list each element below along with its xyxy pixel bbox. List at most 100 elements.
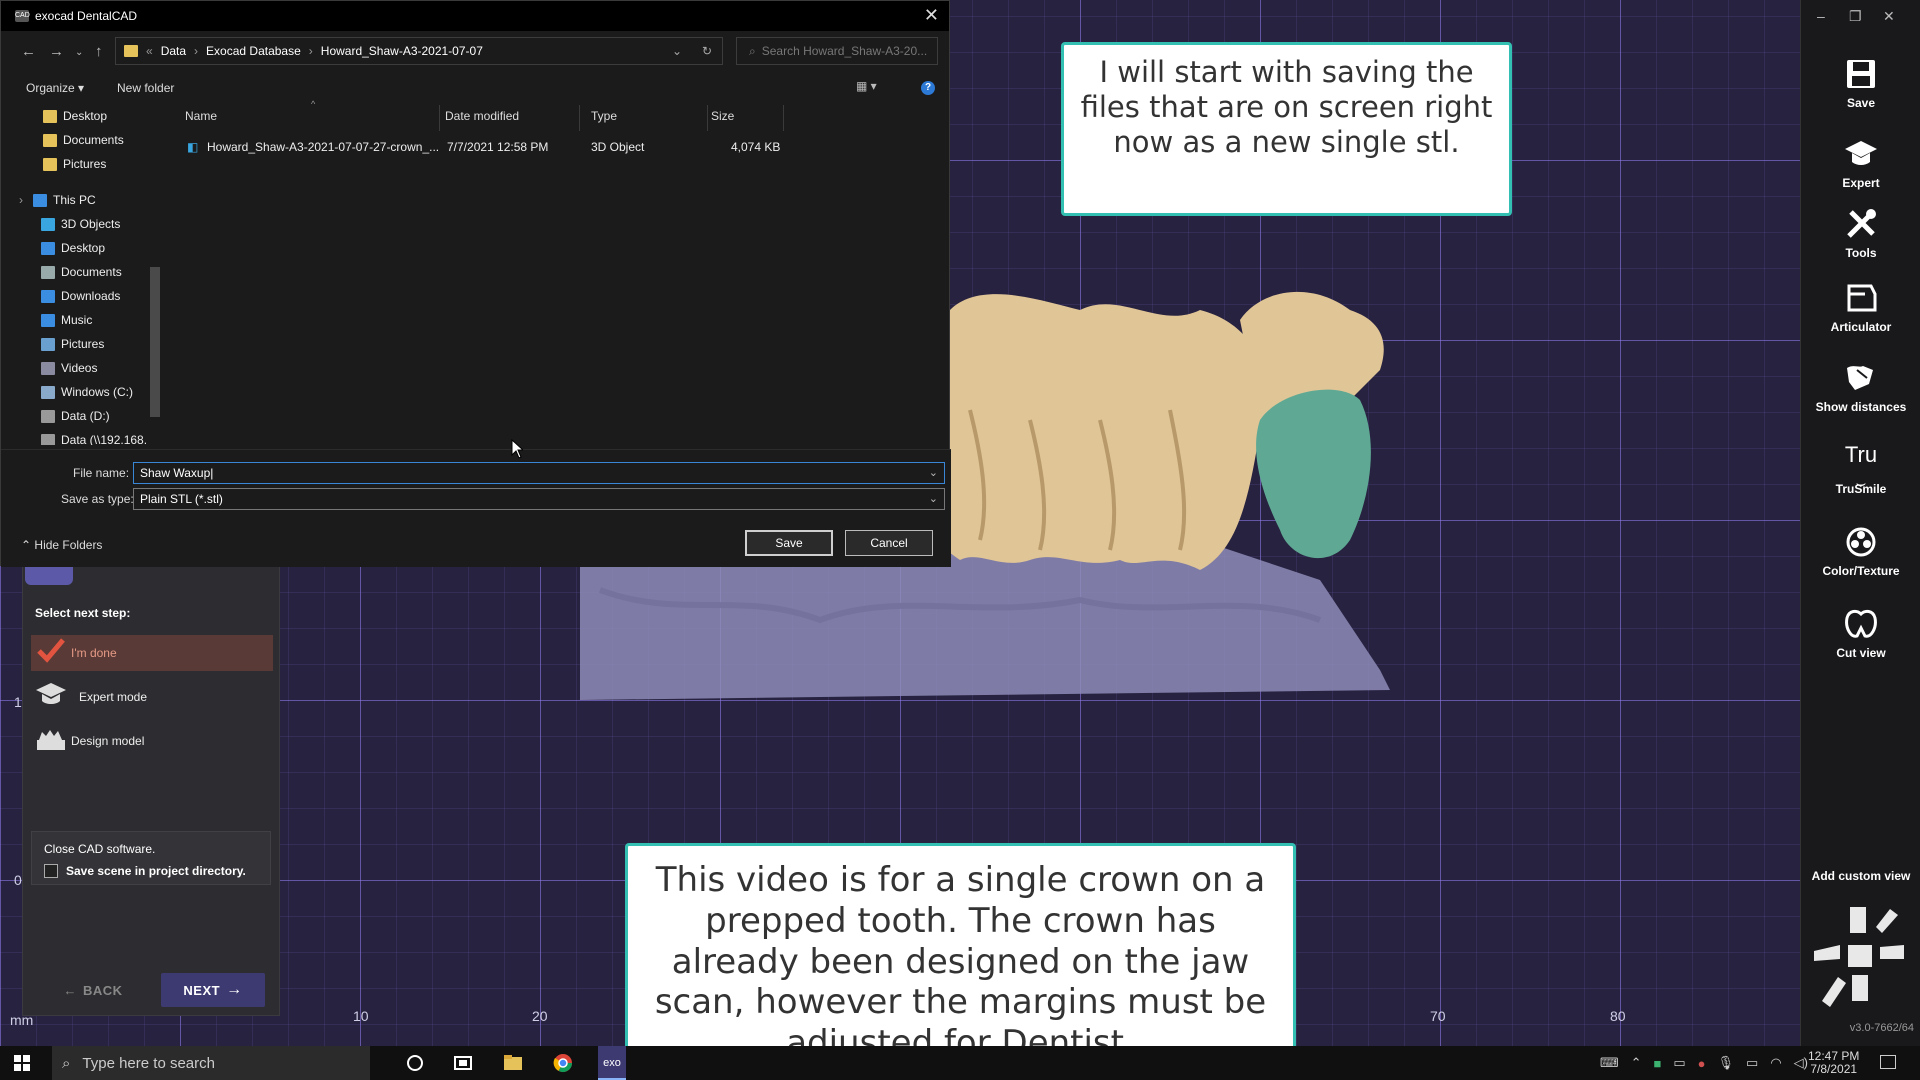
nav-item[interactable]: Desktop — [41, 241, 105, 255]
save-scene-checkbox[interactable] — [44, 864, 58, 878]
taskbar-search[interactable]: ⌕ Type here to search — [52, 1046, 370, 1080]
step-im-done[interactable]: I'm done — [31, 635, 273, 671]
save-type-select[interactable]: Plain STL (*.stl) ⌄ — [133, 488, 945, 510]
tool-save[interactable]: Save — [1801, 56, 1920, 110]
tool-cut-view[interactable]: Cut view — [1801, 606, 1920, 660]
nav-item[interactable]: Downloads — [41, 289, 120, 303]
exocad-taskbar-icon[interactable]: exo — [598, 1046, 626, 1080]
nav-item[interactable]: 3D Objects — [41, 217, 120, 231]
expand-chevron-icon[interactable]: › — [19, 193, 23, 207]
network-icon[interactable]: ▭ — [1673, 1055, 1685, 1071]
nav-item[interactable]: Documents — [41, 265, 122, 279]
breadcrumb-item[interactable]: Exocad Database — [206, 44, 301, 58]
organize-menu[interactable]: Organize ▾ — [26, 81, 84, 95]
back-arrow-icon[interactable]: ← — [21, 43, 36, 60]
file-name-label: File name: — [73, 466, 130, 480]
tool-show-distances[interactable]: Show distances — [1801, 360, 1920, 414]
nav-item[interactable]: Data (\\192.168. — [41, 433, 147, 445]
column-divider[interactable] — [439, 105, 440, 131]
up-arrow-icon[interactable]: ↑ — [95, 43, 103, 60]
help-icon[interactable]: ? — [921, 81, 935, 95]
dialog-title: exocad DentalCAD — [35, 9, 138, 23]
column-size[interactable]: Size — [711, 109, 734, 123]
column-date[interactable]: Date modified — [445, 109, 519, 123]
tool-color-texture[interactable]: Color/Texture — [1801, 524, 1920, 578]
view-bottom-left-icon[interactable] — [1822, 977, 1846, 1007]
mouse-cursor-icon — [511, 439, 523, 459]
column-divider[interactable] — [579, 105, 580, 131]
close-app-icon[interactable]: ✕ — [1883, 8, 1895, 25]
view-bottom-icon[interactable] — [1852, 975, 1868, 1001]
wifi-icon[interactable]: ◠ — [1770, 1055, 1781, 1071]
task-view-icon[interactable] — [452, 1052, 474, 1074]
tool-trusmile[interactable]: Tru ⌣ TruSmile — [1801, 442, 1920, 496]
step-expert-mode[interactable]: Expert mode — [31, 679, 273, 715]
windows-start-icon[interactable] — [14, 1055, 30, 1071]
chevron-down-icon[interactable]: ⌄ — [929, 492, 938, 505]
column-divider[interactable] — [707, 105, 708, 131]
view-top-icon[interactable] — [1850, 907, 1866, 933]
select-step-title: Select next step: — [35, 606, 131, 620]
breadcrumb-overflow[interactable]: « — [146, 44, 153, 58]
nav-item[interactable]: Videos — [41, 361, 97, 375]
cancel-button[interactable]: Cancel — [845, 530, 933, 556]
column-type[interactable]: Type — [591, 109, 617, 123]
file-row[interactable]: ◧ Howard_Shaw-A3-2021-07-07-27-crown_...… — [181, 137, 791, 157]
save-scene-option[interactable]: Save scene in project directory. — [44, 864, 258, 878]
forward-arrow-icon[interactable]: → — [49, 43, 64, 60]
dialog-close-icon[interactable]: ✕ — [924, 5, 939, 26]
nav-pane-scrollbar[interactable] — [149, 105, 161, 445]
microphone-icon[interactable]: 🎙 — [1718, 1055, 1735, 1071]
restore-icon[interactable]: ❐ — [1849, 8, 1862, 25]
nav-item[interactable]: Data (D:) — [41, 409, 110, 423]
back-button[interactable]: ← BACK — [43, 973, 143, 1007]
save-button[interactable]: Save — [745, 530, 833, 556]
view-orientation-widget[interactable] — [1812, 905, 1908, 1015]
clock[interactable]: 12:47 PM 7/8/2021 — [1808, 1050, 1859, 1076]
chevron-down-icon[interactable]: ⌄ — [929, 466, 938, 479]
refresh-icon[interactable]: ↻ — [702, 44, 712, 58]
keyboard-icon[interactable]: ⌨ — [1600, 1055, 1619, 1071]
search-input[interactable]: ⌕ Search Howard_Shaw-A3-20... — [736, 37, 938, 65]
breadcrumb-item[interactable]: Data — [161, 44, 186, 58]
nav-item[interactable]: Pictures — [41, 337, 104, 351]
view-right-icon[interactable] — [1880, 945, 1904, 959]
nav-item[interactable]: Documents — [43, 133, 124, 147]
column-name[interactable]: Name — [185, 109, 217, 123]
battery-icon[interactable]: ▭ — [1746, 1055, 1758, 1071]
tray-app-icon[interactable]: ● — [1698, 1056, 1706, 1071]
address-bar[interactable]: « Data › Exocad Database › Howard_Shaw-A… — [115, 37, 723, 65]
new-folder-button[interactable]: New folder — [117, 81, 174, 95]
volume-icon[interactable]: ◁) — [1794, 1055, 1808, 1071]
chrome-icon[interactable] — [552, 1052, 574, 1074]
cortana-icon[interactable] — [404, 1052, 426, 1074]
nav-item[interactable]: This PC — [33, 193, 96, 207]
folder-icon — [41, 361, 55, 375]
step-design-model[interactable]: Design model — [31, 723, 273, 759]
view-front-icon[interactable] — [1848, 945, 1872, 967]
minimize-icon[interactable]: – — [1817, 8, 1825, 24]
column-divider[interactable] — [783, 105, 784, 131]
file-name-field[interactable]: Shaw Waxup | ⌄ — [133, 462, 945, 484]
notification-icon[interactable] — [1880, 1055, 1896, 1069]
tray-app-icon[interactable]: ■ — [1654, 1056, 1662, 1071]
file-explorer-icon[interactable] — [502, 1052, 524, 1074]
nav-item[interactable]: Pictures — [43, 157, 106, 171]
chevron-up-icon[interactable]: ⌃ — [1631, 1055, 1642, 1071]
chevron-down-icon[interactable]: ⌄ — [672, 44, 682, 58]
nav-item[interactable]: Windows (C:) — [41, 385, 133, 399]
tool-expert[interactable]: Expert — [1801, 136, 1920, 190]
recent-locations-icon[interactable]: ⌄ — [75, 47, 83, 58]
add-custom-view[interactable]: Add custom view — [1801, 869, 1920, 883]
nav-item[interactable]: Desktop — [43, 109, 107, 123]
view-top-right-icon[interactable] — [1876, 909, 1898, 933]
view-left-icon[interactable] — [1814, 945, 1840, 961]
tool-articulator[interactable]: Articulator — [1801, 280, 1920, 334]
tool-tools[interactable]: Tools — [1801, 206, 1920, 260]
scrollbar-thumb[interactable] — [150, 267, 160, 417]
breadcrumb-item[interactable]: Howard_Shaw-A3-2021-07-07 — [321, 44, 483, 58]
next-button[interactable]: NEXT → — [161, 973, 265, 1007]
nav-item[interactable]: Music — [41, 313, 92, 327]
hide-folders-toggle[interactable]: ⌃ Hide Folders — [21, 538, 102, 552]
view-options-icon[interactable]: ▦ ▾ — [856, 79, 877, 93]
